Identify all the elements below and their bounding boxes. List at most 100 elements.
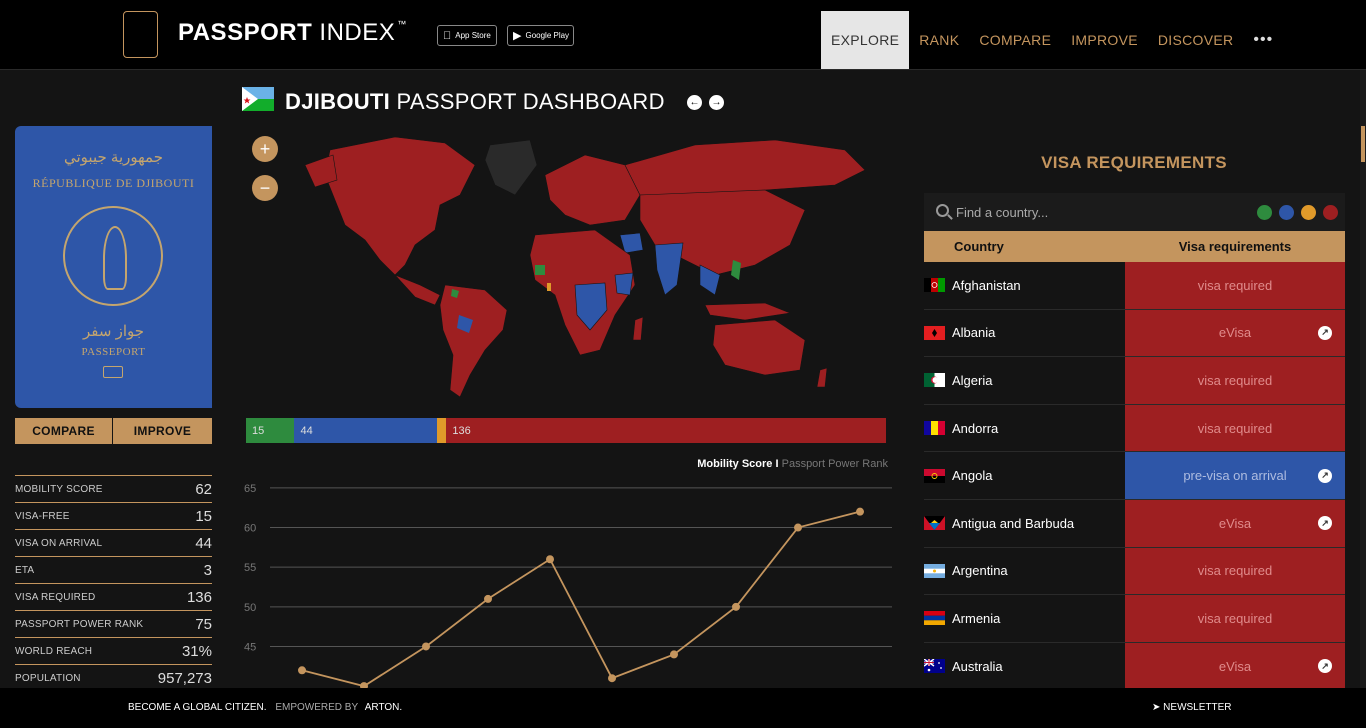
data-point[interactable] xyxy=(298,666,306,675)
map-north-america xyxy=(324,136,476,276)
visa-table-header: Country Visa requirements xyxy=(924,231,1345,262)
table-row[interactable]: Antigua and Barbuda eVisa ↗ xyxy=(924,499,1345,548)
visa-cell: visa required xyxy=(1125,547,1345,595)
country-name: Algeria xyxy=(952,372,993,388)
visa-cell[interactable]: eVisa ↗ xyxy=(1125,642,1345,688)
visa-status: eVisa xyxy=(1218,515,1252,531)
visa-status: visa required xyxy=(1197,372,1273,388)
data-point[interactable] xyxy=(546,555,554,564)
page-scrollbar[interactable] xyxy=(1360,70,1366,688)
passport-logo-icon[interactable] xyxy=(123,11,158,58)
chart-legend: Mobility Score I Passport Power Rank xyxy=(697,458,888,470)
external-link-icon[interactable]: ↗ xyxy=(1318,325,1332,340)
passport-stats: MOBILITY SCORE 62 VISA-FREE 15 VISA ON ARR… xyxy=(15,475,212,691)
compare-button[interactable]: COMPARE xyxy=(15,418,112,444)
map-west-africa-orange xyxy=(547,283,551,291)
arrow-left-icon[interactable]: ← xyxy=(687,95,702,110)
visa-status: pre-visa on arrival xyxy=(1183,468,1287,484)
nav-improve[interactable]: IMPROVE xyxy=(1061,11,1148,69)
map-south-america xyxy=(439,284,508,398)
y-tick-label: 60 xyxy=(244,523,256,535)
argentina-flag-icon xyxy=(924,563,945,578)
external-link-icon[interactable]: ↗ xyxy=(1318,468,1332,483)
map-india xyxy=(654,242,684,296)
paper-plane-icon: ➤ xyxy=(1152,702,1161,713)
search-icon xyxy=(936,204,949,217)
nav-rank[interactable]: RANK xyxy=(909,11,969,69)
table-row[interactable]: Algeria visa required xyxy=(924,357,1345,405)
stat-world-reach: WORLD REACH 31% xyxy=(15,637,212,664)
data-point[interactable] xyxy=(484,594,492,603)
visa-status: eVisa xyxy=(1218,658,1252,674)
filter-eta-dot[interactable] xyxy=(1301,205,1316,220)
country-name: Angola xyxy=(952,468,993,484)
visa-cell[interactable]: eVisa ↗ xyxy=(1125,499,1345,547)
google-play-badge[interactable]: ▶ Google Play xyxy=(507,25,574,46)
app-store-badge[interactable]:  App Store xyxy=(437,25,497,46)
nav-explore[interactable]: EXPLORE xyxy=(821,11,910,69)
data-point[interactable] xyxy=(856,507,864,516)
main-nav: EXPLORE RANK COMPARE IMPROVE DISCOVER ••… xyxy=(821,11,1273,69)
country-name: Argentina xyxy=(952,563,1008,579)
andorra-flag-icon xyxy=(924,421,945,436)
bar-visa-required[interactable]: 136 xyxy=(446,418,886,443)
bar-visa-on-arrival[interactable]: 44 xyxy=(294,418,437,443)
country-name: Albania xyxy=(952,325,996,341)
nav-discover[interactable]: DISCOVER xyxy=(1148,11,1244,69)
page-title: DJIBOUTI PASSPORT DASHBOARD xyxy=(285,89,665,114)
legend-mobility-score[interactable]: Mobility Score xyxy=(697,458,772,470)
country-name: Australia xyxy=(952,658,1003,674)
data-point[interactable] xyxy=(794,523,802,532)
table-row[interactable]: Australia eVisa ↗ xyxy=(924,642,1345,688)
y-tick-label: 45 xyxy=(244,641,256,653)
visa-cell: visa required xyxy=(1125,357,1345,404)
improve-button[interactable]: IMPROVE xyxy=(113,418,212,444)
external-link-icon[interactable]: ↗ xyxy=(1318,659,1332,674)
search-input[interactable] xyxy=(956,202,1206,222)
table-row[interactable]: Angola pre-visa on arrival ↗ xyxy=(924,452,1345,500)
visa-status: visa required xyxy=(1197,610,1273,626)
visa-table-body: Afghanistan visa required Albania eVisa ↗… xyxy=(924,262,1345,688)
scrollbar-thumb[interactable] xyxy=(1361,126,1365,162)
map-australia xyxy=(712,319,806,376)
bar-visa-free[interactable]: 15 xyxy=(246,418,295,443)
table-row[interactable]: Afghanistan visa required xyxy=(924,262,1345,310)
more-menu-icon[interactable]: ••• xyxy=(1253,31,1273,49)
map-russia xyxy=(624,139,866,196)
djibouti-flag-icon xyxy=(242,87,274,111)
visa-cell[interactable]: pre-visa on arrival ↗ xyxy=(1125,452,1345,499)
data-point[interactable] xyxy=(670,650,678,659)
stat-population: POPULATION 957,273 xyxy=(15,664,212,691)
data-point[interactable] xyxy=(608,674,616,683)
data-point[interactable] xyxy=(732,602,740,611)
brand-name[interactable]: PASSPORT INDEX ™ xyxy=(178,19,407,47)
filter-visa-free-dot[interactable] xyxy=(1257,205,1272,220)
filter-voa-dot[interactable] xyxy=(1279,205,1294,220)
filter-visa-required-dot[interactable] xyxy=(1323,205,1338,220)
newsletter-link[interactable]: ➤ NEWSLETTER xyxy=(1152,702,1232,713)
nav-compare[interactable]: COMPARE xyxy=(969,11,1061,69)
table-row[interactable]: Andorra visa required xyxy=(924,404,1345,453)
data-point[interactable] xyxy=(422,642,430,651)
arrow-right-icon[interactable]: → xyxy=(709,95,724,110)
col-visa[interactable]: Visa requirements xyxy=(1125,239,1345,254)
albania-flag-icon xyxy=(924,325,945,340)
external-link-icon[interactable]: ↗ xyxy=(1318,516,1332,531)
table-row[interactable]: Albania eVisa ↗ xyxy=(924,309,1345,358)
table-row[interactable]: Argentina visa required xyxy=(924,547,1345,596)
footer-arton-link[interactable]: ARTON. xyxy=(365,702,402,713)
footer-empowered: EMPOWERED BY xyxy=(275,702,358,713)
country-name: Armenia xyxy=(952,610,1001,626)
table-row[interactable]: Armenia visa required xyxy=(924,595,1345,643)
visa-status: visa required xyxy=(1197,420,1273,436)
emblem-icon xyxy=(63,206,163,306)
world-map[interactable] xyxy=(245,125,895,405)
country-name: Andorra xyxy=(952,420,999,436)
legend-power-rank[interactable]: Passport Power Rank xyxy=(782,458,888,470)
bar-eta[interactable] xyxy=(436,418,447,443)
visa-cell[interactable]: eVisa ↗ xyxy=(1125,309,1345,357)
map-new-zealand xyxy=(816,367,828,388)
passport-arabic-word: جواز سفر xyxy=(82,323,145,340)
col-country[interactable]: Country xyxy=(924,239,1125,254)
visa-cell: visa required xyxy=(1125,262,1345,309)
